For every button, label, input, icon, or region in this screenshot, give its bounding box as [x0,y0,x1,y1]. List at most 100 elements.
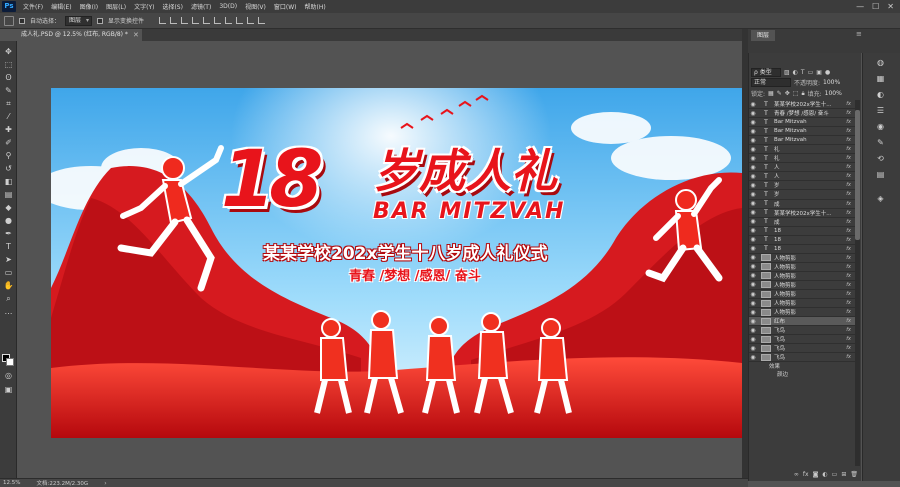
visibility-eye-icon[interactable]: ◉ [749,128,757,135]
layer-effects-icon[interactable]: fx [846,146,851,152]
layer-effects-icon[interactable]: fx [846,219,851,225]
visibility-eye-icon[interactable]: ◉ [749,254,757,261]
visibility-eye-icon[interactable]: ◉ [749,164,757,171]
visibility-eye-icon[interactable]: ◉ [749,327,757,334]
layer-row[interactable]: ◉ T 青春 /梦想 /感恩/ 奋斗 fx [749,109,855,119]
layer-row[interactable]: ◉ 人物剪影 fx [749,272,855,281]
layer-effects-icon[interactable]: fx [846,110,851,116]
add-mask-icon[interactable]: ◙ [813,471,819,478]
visibility-eye-icon[interactable]: ◉ [749,318,757,325]
layer-row[interactable]: ◉ 人物剪影 fx [749,254,855,263]
menu-help[interactable]: 帮助(H) [301,2,330,11]
layer-effects-icon[interactable]: fx [846,318,851,324]
menu-3d[interactable]: 3D(D) [215,3,241,10]
filter-adjust-icon[interactable]: ◐ [793,69,798,76]
banner-artboard[interactable]: 18 岁成人礼 BAR MITZVAH 某某学校202x学生十八岁成人礼仪式 青… [51,88,742,438]
visibility-eye-icon[interactable]: ◉ [749,155,757,162]
filter-toggle-icon[interactable]: ● [825,69,830,76]
rectangle-tool-icon[interactable]: ▭ [3,268,14,278]
layer-row[interactable]: ◉ T 成 fx [749,200,855,209]
new-adjustment-icon[interactable]: ◐ [822,471,827,478]
close-tab-icon[interactable]: ✕ [133,29,139,41]
clone-stamp-tool-icon[interactable]: ⚲ [3,151,14,161]
layer-row[interactable]: ◉ 人物剪影 fx [749,281,855,290]
eyedropper-tool-icon[interactable]: ⁄ [3,112,14,122]
layer-effects-icon[interactable]: fx [846,128,851,134]
layer-row[interactable]: ◉ 飞鸟 fx [749,335,855,345]
background-color-swatch[interactable] [6,358,14,366]
tab-layers[interactable]: 图层 [751,30,776,41]
path-select-tool-icon[interactable]: ➤ [3,255,14,265]
add-style-icon[interactable]: fx [803,471,809,478]
libraries-panel-icon[interactable]: ▤ [875,169,886,180]
zoom-level[interactable]: 12.5% [3,480,20,486]
visibility-eye-icon[interactable]: ◉ [749,300,757,307]
visibility-eye-icon[interactable]: ◉ [749,101,757,108]
filter-pixel-icon[interactable]: ▨ [784,69,790,76]
layers-scrollbar[interactable] [855,100,860,466]
menu-select[interactable]: 选择(S) [158,2,187,11]
layer-effects-icon[interactable]: fx [846,354,851,360]
layer-effects-icon[interactable]: fx [846,228,851,234]
healing-brush-tool-icon[interactable]: ✚ [3,125,14,135]
paths-panel-icon[interactable]: ✎ [875,137,886,148]
layer-effects-icon[interactable]: fx [846,273,851,279]
layer-effects-icon[interactable]: fx [846,246,851,252]
move-tool-icon[interactable] [4,15,14,26]
visibility-eye-icon[interactable]: ◉ [749,191,757,198]
menu-filter[interactable]: 滤镜(T) [187,2,215,11]
visibility-eye-icon[interactable]: ◉ [749,336,757,343]
fill-input[interactable]: 100% [825,90,842,97]
auto-select-target-dropdown[interactable]: 图层 [65,15,93,26]
filter-smart-icon[interactable]: ▣ [816,69,822,76]
align-middle-icon[interactable] [203,17,211,24]
lock-pixels-icon[interactable]: ▦ [768,90,774,97]
visibility-eye-icon[interactable]: ◉ [749,281,757,288]
lasso-tool-icon[interactable]: ʘ [3,73,14,83]
gradient-tool-icon[interactable]: ▤ [3,190,14,200]
crop-tool-icon[interactable]: ⌗ [3,99,14,109]
filter-type-icon[interactable]: T [801,69,805,76]
minimize-icon[interactable]: — [856,2,864,11]
layer-effects-icon[interactable]: fx [846,264,851,270]
layer-effects-icon[interactable]: fx [846,191,851,197]
visibility-eye-icon[interactable]: ◉ [749,272,757,279]
layer-row[interactable]: ◉ 飞鸟 fx [749,344,855,354]
pen-tool-icon[interactable]: ✒ [3,229,14,239]
layer-row[interactable]: ◉ T 人 fx [749,163,855,173]
visibility-eye-icon[interactable]: ◉ [749,110,757,117]
layer-effects-icon[interactable]: fx [846,182,851,188]
quick-select-tool-icon[interactable]: ✎ [3,86,14,96]
align-top-icon[interactable] [192,17,200,24]
dodge-tool-icon[interactable]: ● [3,216,14,226]
layer-effects-icon[interactable]: fx [846,101,851,107]
visibility-eye-icon[interactable]: ◉ [749,263,757,270]
layer-effects-icon[interactable]: fx [846,119,851,125]
layer-row[interactable]: ◉ T Bar Mitzvah fx [749,127,855,137]
layer-effects-icon[interactable]: fx [846,345,851,351]
menu-window[interactable]: 窗口(W) [270,2,301,11]
layer-row[interactable]: ◉ 人物剪影 fx [749,308,855,318]
visibility-eye-icon[interactable]: ◉ [749,146,757,153]
layer-effects-icon[interactable]: fx [846,255,851,261]
layers-scrollbar-thumb[interactable] [855,110,860,240]
visibility-eye-icon[interactable]: ◉ [749,345,757,352]
effects-sub-row[interactable]: 效果 [749,362,855,370]
show-transform-checkbox[interactable] [97,17,104,24]
distribute-v-icon[interactable] [247,17,255,24]
layer-row[interactable]: ◉ T 礼 fx [749,154,855,164]
layer-effects-icon[interactable]: fx [846,210,851,216]
menu-file[interactable]: 文件(F) [19,2,47,11]
layer-row[interactable]: ◉ 飞鸟 fx [749,353,855,363]
document-tab[interactable]: 成人礼.PSD @ 12.5% (红布, RGB/8) * ✕ [17,29,142,41]
3d-mode-icon[interactable] [258,17,266,24]
visibility-eye-icon[interactable]: ◉ [749,218,757,225]
color-panel-icon[interactable]: ◍ [875,57,886,68]
visibility-eye-icon[interactable]: ◉ [749,200,757,207]
canvas-area[interactable]: 18 岁成人礼 BAR MITZVAH 某某学校202x学生十八岁成人礼仪式 青… [17,41,742,478]
layer-effects-icon[interactable]: fx [846,155,851,161]
visibility-eye-icon[interactable]: ◉ [749,227,757,234]
layer-row[interactable]: ◉ T 18 fx [749,236,855,245]
menu-type[interactable]: 文字(Y) [130,2,158,11]
distribute-icon[interactable] [225,17,233,24]
